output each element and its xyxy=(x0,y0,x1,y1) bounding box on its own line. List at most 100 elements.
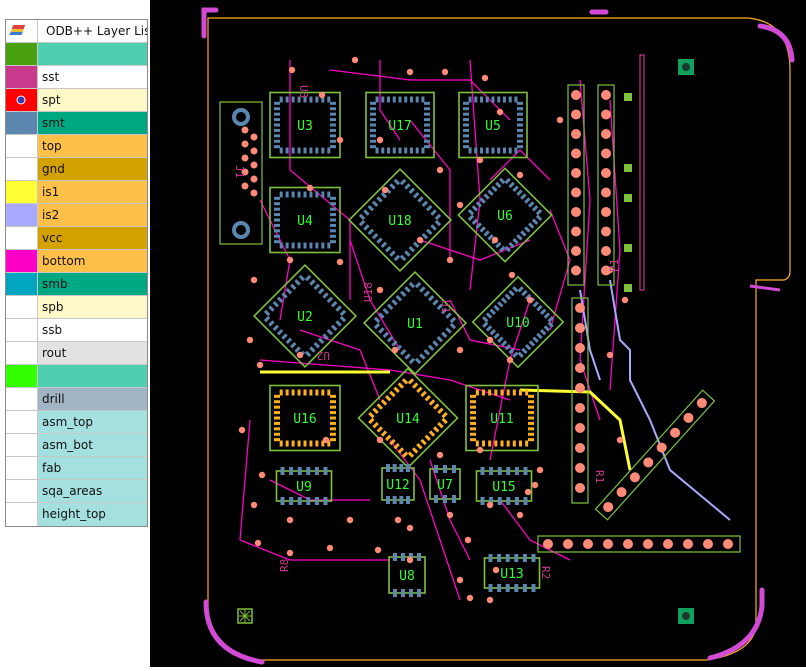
layer-row[interactable]: smt xyxy=(6,112,147,135)
layer-row[interactable]: asm_bot xyxy=(6,434,147,457)
layer-row[interactable] xyxy=(6,365,147,388)
layer-row[interactable]: smb xyxy=(6,273,147,296)
pad xyxy=(531,554,536,562)
layer-name: ssb xyxy=(38,319,147,341)
layer-row[interactable]: top xyxy=(6,135,147,158)
drill-pad xyxy=(575,423,585,433)
pad xyxy=(470,405,476,409)
layer-row[interactable]: sst xyxy=(6,66,147,89)
layer-color-swatch[interactable] xyxy=(6,480,38,502)
layer-row[interactable]: spb xyxy=(6,296,147,319)
pad xyxy=(368,417,375,425)
layer-row[interactable]: gnd xyxy=(6,158,147,181)
pad xyxy=(488,584,493,592)
pad xyxy=(309,440,313,447)
drill-pad xyxy=(250,161,258,169)
pad xyxy=(517,107,523,111)
layer-color-swatch[interactable] xyxy=(6,434,38,456)
layer-color-swatch[interactable] xyxy=(6,227,38,249)
layer-color-swatch[interactable] xyxy=(6,296,38,318)
component-ref-label: U14 xyxy=(396,412,420,427)
layer-color-swatch[interactable] xyxy=(6,503,38,526)
layer-color-swatch[interactable] xyxy=(6,342,38,364)
layer-row[interactable]: spt xyxy=(6,89,147,112)
drill-pad xyxy=(346,516,354,524)
pad xyxy=(528,400,534,404)
pad xyxy=(274,202,280,206)
layer-color-swatch[interactable] xyxy=(6,273,38,295)
layer-row[interactable]: ssb xyxy=(6,319,147,342)
layer-row[interactable]: bottom xyxy=(6,250,147,273)
pad xyxy=(494,389,498,396)
layer-color-swatch[interactable] xyxy=(6,158,38,180)
drill-pad xyxy=(571,246,581,256)
pad xyxy=(508,147,512,154)
layer-row[interactable]: height_top xyxy=(6,503,147,526)
pad xyxy=(314,497,319,505)
pad xyxy=(517,145,523,149)
silk-ref-label: U2 xyxy=(317,349,330,362)
layer-row[interactable] xyxy=(6,43,147,66)
pad xyxy=(330,223,336,227)
pad xyxy=(387,147,391,154)
pad xyxy=(389,250,396,257)
pad xyxy=(330,202,336,206)
pad xyxy=(441,417,448,425)
bottom-trace xyxy=(609,99,621,391)
pad xyxy=(331,301,338,308)
pad xyxy=(419,286,426,293)
layer-color-swatch[interactable] xyxy=(6,181,38,203)
layer-row[interactable]: vcc xyxy=(6,227,147,250)
layer-color-swatch[interactable] xyxy=(6,411,38,433)
pad xyxy=(491,147,495,154)
pcb-canvas[interactable]: U3 U17 U5 U4 U18 U6 U2 U1 U10 U16 U14 U11 U9 U12 U7 U15… xyxy=(150,0,806,667)
pad xyxy=(517,134,523,138)
drill-pad xyxy=(571,226,581,237)
layer-row[interactable]: is2 xyxy=(6,204,147,227)
layer-row[interactable]: asm_top xyxy=(6,411,147,434)
layer-row[interactable]: fab xyxy=(6,457,147,480)
pad xyxy=(516,189,523,196)
layer-color-swatch[interactable] xyxy=(6,66,38,88)
layer-color-swatch[interactable] xyxy=(6,43,38,65)
pad xyxy=(370,145,376,149)
layer-color-swatch[interactable] xyxy=(6,89,38,111)
drill-pad xyxy=(376,136,384,144)
layer-row[interactable]: sqa_areas xyxy=(6,480,147,503)
layer-row[interactable]: rout xyxy=(6,342,147,365)
pad xyxy=(263,309,271,317)
pad xyxy=(495,181,502,189)
layer-color-swatch[interactable] xyxy=(6,319,38,341)
layer-row[interactable]: drill xyxy=(6,388,147,411)
drill-pad xyxy=(536,466,544,474)
pad xyxy=(279,96,283,103)
layer-color-swatch[interactable] xyxy=(6,112,38,134)
pad xyxy=(416,443,423,450)
pad xyxy=(407,451,415,458)
drill-pad xyxy=(481,74,489,82)
pad xyxy=(424,107,430,111)
pad xyxy=(386,464,390,472)
layers-stack-icon[interactable] xyxy=(6,20,38,42)
pad xyxy=(497,467,502,475)
layer-color-swatch[interactable] xyxy=(6,388,38,410)
layer-color-swatch[interactable] xyxy=(6,457,38,479)
pad xyxy=(330,112,336,116)
pad xyxy=(409,589,413,597)
pad xyxy=(430,209,437,216)
pad xyxy=(482,321,489,328)
pad xyxy=(508,96,512,103)
pad xyxy=(303,389,307,396)
layer-color-swatch[interactable] xyxy=(6,365,38,387)
layer-color-swatch[interactable] xyxy=(6,135,38,157)
pad xyxy=(528,405,534,409)
pad xyxy=(487,189,494,196)
pad xyxy=(420,438,427,446)
drill-pad xyxy=(683,412,694,423)
pad xyxy=(309,279,316,286)
pcb-board-view[interactable]: U3 U17 U5 U4 U18 U6 U2 U1 U10 U16 U14 U11 U9 U12 U7 U15… xyxy=(150,0,806,667)
layer-color-swatch[interactable] xyxy=(6,204,38,226)
layer-color-swatch[interactable] xyxy=(6,250,38,272)
layer-row[interactable]: is1 xyxy=(6,181,147,204)
pad xyxy=(497,554,502,562)
